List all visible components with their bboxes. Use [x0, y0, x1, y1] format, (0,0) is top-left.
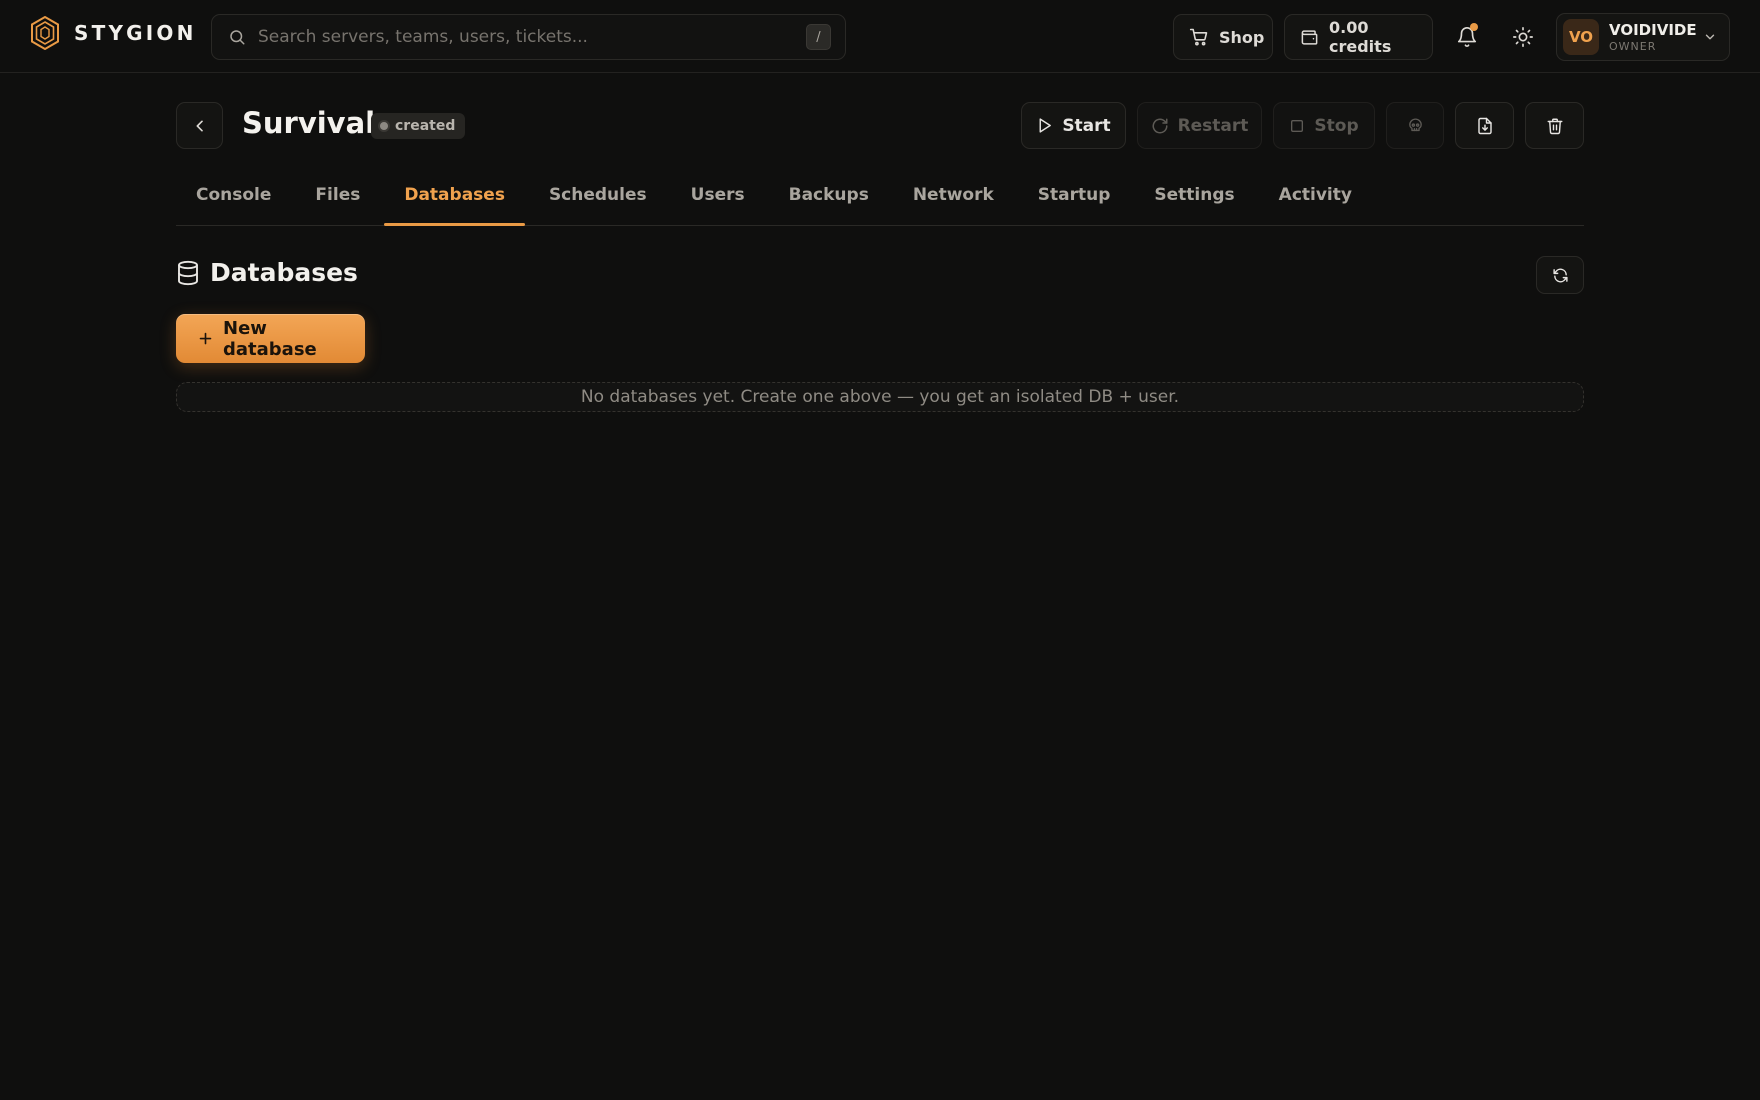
tab-backups[interactable]: Backups: [769, 174, 889, 225]
tab-users[interactable]: Users: [671, 174, 765, 225]
new-database-label: New database: [223, 317, 317, 360]
restart-icon: [1151, 117, 1169, 135]
chevron-left-icon: [192, 118, 208, 134]
user-menu-button[interactable]: VO VOIDIVIDE OWNER: [1556, 13, 1730, 61]
wallet-icon: [1300, 28, 1319, 47]
plus-icon: [198, 331, 213, 346]
restart-button[interactable]: Restart: [1137, 102, 1262, 149]
back-button[interactable]: [176, 102, 223, 149]
refresh-button[interactable]: [1536, 256, 1584, 294]
play-icon: [1036, 117, 1053, 134]
shop-label: Shop: [1219, 27, 1265, 47]
file-download-icon: [1476, 117, 1494, 135]
sun-icon: [1512, 26, 1534, 48]
status-dot: [380, 122, 388, 130]
user-role: OWNER: [1609, 39, 1657, 53]
chevron-down-icon: [1703, 30, 1717, 44]
delete-server-button[interactable]: [1525, 102, 1584, 149]
user-name: VOIDIVIDE: [1609, 20, 1697, 39]
user-meta: VOIDIVIDE OWNER: [1609, 20, 1697, 53]
top-bar: STYGION Search servers, teams, users, ti…: [0, 0, 1760, 73]
tab-databases[interactable]: Databases: [384, 174, 525, 226]
credits-label: 0.00 credits: [1329, 18, 1392, 56]
tab-startup[interactable]: Startup: [1018, 174, 1131, 225]
export-button[interactable]: [1455, 102, 1514, 149]
brand[interactable]: STYGION: [30, 16, 197, 50]
tab-schedules[interactable]: Schedules: [529, 174, 667, 225]
notification-badge: [1470, 23, 1478, 31]
stop-icon: [1289, 118, 1305, 134]
stop-label: Stop: [1314, 115, 1359, 136]
trash-icon: [1546, 117, 1564, 135]
refresh-icon: [1552, 267, 1569, 284]
server-name: Survival: [242, 106, 376, 140]
hexagon-logo-icon: [30, 16, 60, 50]
section-title: Databases: [210, 258, 358, 287]
status-label: created: [395, 118, 456, 134]
kill-button[interactable]: [1386, 102, 1444, 149]
search-shortcut-hint: /: [806, 24, 831, 50]
skull-icon: [1407, 117, 1424, 134]
tab-activity[interactable]: Activity: [1259, 174, 1372, 225]
theme-toggle-button[interactable]: [1508, 22, 1538, 52]
tab-network[interactable]: Network: [893, 174, 1014, 225]
start-button[interactable]: Start: [1021, 102, 1126, 149]
section-header: Databases: [176, 258, 358, 287]
stop-button[interactable]: Stop: [1273, 102, 1375, 149]
avatar: VO: [1563, 19, 1599, 55]
tab-files[interactable]: Files: [295, 174, 380, 225]
status-badge: created: [371, 113, 466, 139]
global-search[interactable]: Search servers, teams, users, tickets...…: [211, 14, 846, 60]
brand-name: STYGION: [74, 21, 197, 45]
server-tabs: Console Files Databases Schedules Users …: [176, 174, 1584, 226]
credits-button[interactable]: 0.00 credits: [1284, 14, 1433, 60]
database-icon: [176, 260, 200, 286]
restart-label: Restart: [1177, 115, 1249, 136]
notifications-button[interactable]: [1452, 22, 1482, 52]
start-label: Start: [1062, 115, 1111, 136]
search-input[interactable]: Search servers, teams, users, tickets...: [258, 27, 806, 47]
cart-icon: [1189, 27, 1209, 47]
tab-settings[interactable]: Settings: [1134, 174, 1254, 225]
search-icon: [228, 28, 246, 46]
shop-button[interactable]: Shop: [1173, 14, 1273, 60]
new-database-button[interactable]: New database: [176, 314, 365, 363]
tab-console[interactable]: Console: [176, 174, 291, 225]
empty-state-message: No databases yet. Create one above — you…: [176, 382, 1584, 412]
